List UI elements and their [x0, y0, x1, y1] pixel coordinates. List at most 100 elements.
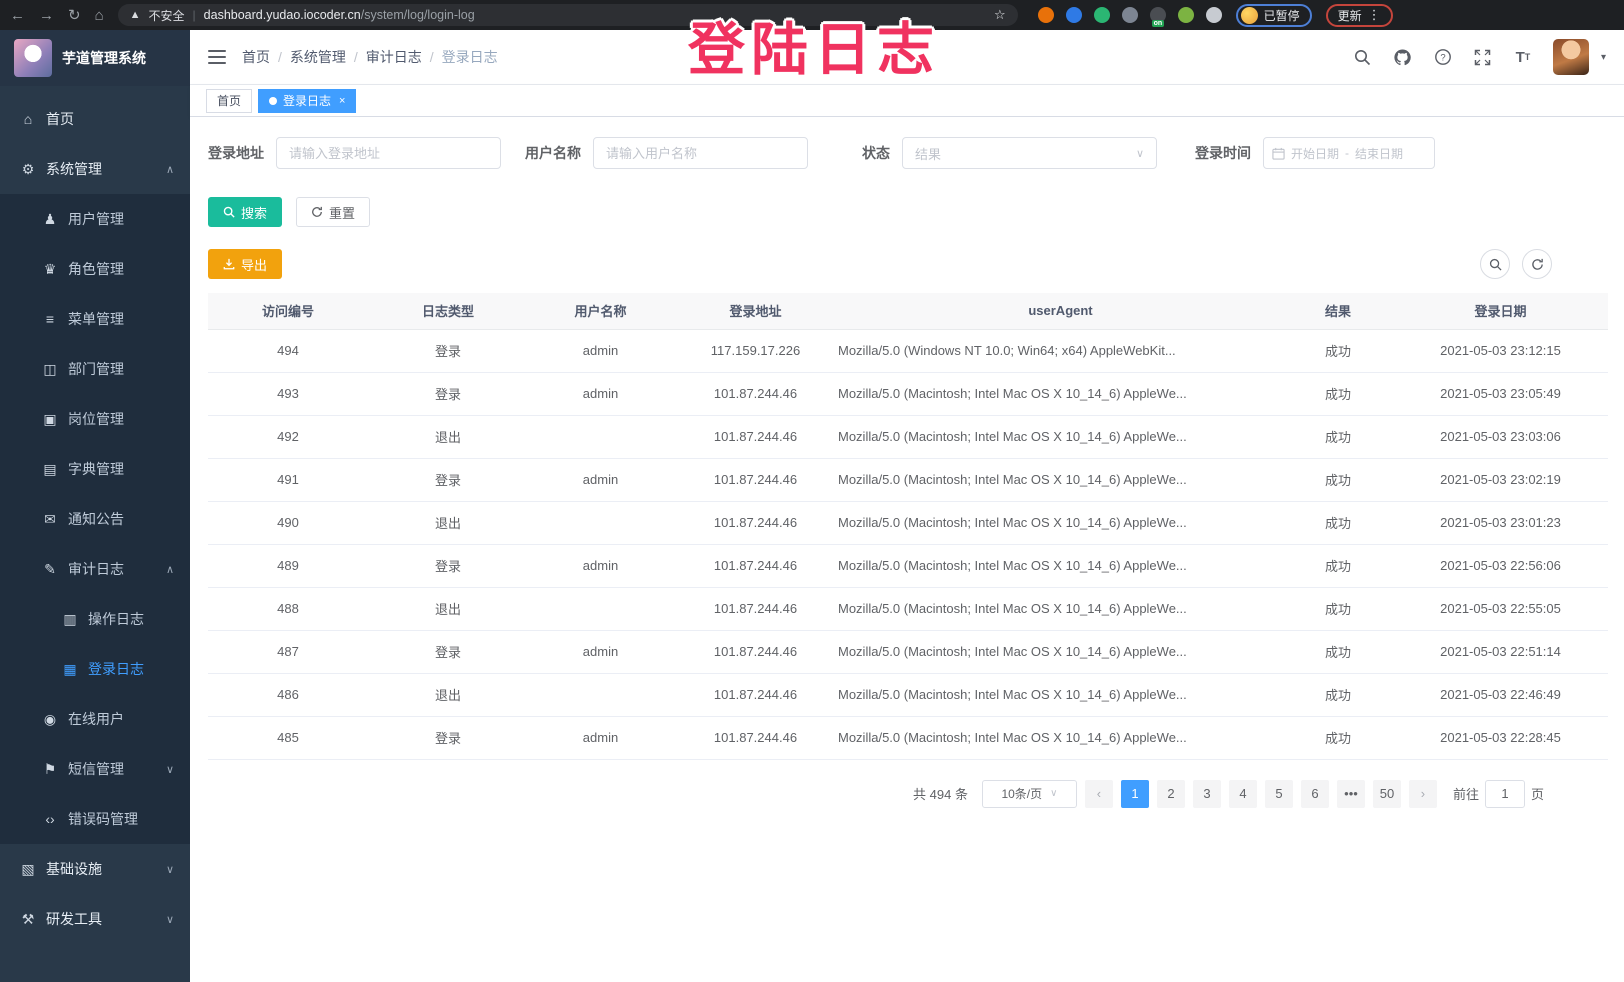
- sidebar-item-11[interactable]: ▦登录日志: [0, 644, 190, 694]
- table-row[interactable]: 488退出101.87.244.46Mozilla/5.0 (Macintosh…: [208, 587, 1608, 630]
- sidebar-item-3[interactable]: ♛角色管理: [0, 244, 190, 294]
- page-button-•••[interactable]: •••: [1337, 780, 1365, 808]
- gear-icon: ⚙: [20, 161, 36, 178]
- sidebar-item-2[interactable]: ♟用户管理: [0, 194, 190, 244]
- chevron-up-icon: ∧: [166, 563, 174, 576]
- list-on-extension-icon[interactable]: on: [1150, 7, 1166, 23]
- sidebar-item-6[interactable]: ▣岗位管理: [0, 394, 190, 444]
- page-button-4[interactable]: 4: [1229, 780, 1257, 808]
- sidebar-item-14[interactable]: ‹›错误码管理: [0, 794, 190, 844]
- sidebar-item-label: 角色管理: [68, 259, 124, 279]
- page-url[interactable]: dashboard.yudao.iocoder.cn/system/log/lo…: [204, 8, 475, 22]
- breadcrumb-item[interactable]: 首页: [242, 47, 270, 67]
- browser-reload-icon[interactable]: ↻: [68, 8, 81, 23]
- table-header-row: 访问编号日志类型用户名称登录地址userAgent结果登录日期: [208, 293, 1608, 329]
- browser-menu-icon[interactable]: ⋮: [1368, 7, 1381, 23]
- sidebar-item-1[interactable]: ⚙系统管理∧: [0, 144, 190, 194]
- security-label[interactable]: 不安全: [149, 7, 185, 24]
- profile-paused-badge[interactable]: 已暂停: [1236, 4, 1312, 27]
- column-header[interactable]: 日志类型: [368, 293, 528, 329]
- table-cell: admin: [528, 716, 673, 759]
- tag-1[interactable]: 登录日志×: [258, 89, 356, 113]
- page-button-2[interactable]: 2: [1157, 780, 1185, 808]
- table-cell: 101.87.244.46: [673, 544, 838, 587]
- browser-forward-icon[interactable]: →: [39, 8, 54, 23]
- column-header[interactable]: userAgent: [838, 293, 1283, 329]
- table-row[interactable]: 494登录admin117.159.17.226Mozilla/5.0 (Win…: [208, 329, 1608, 372]
- table-row[interactable]: 492退出101.87.244.46Mozilla/5.0 (Macintosh…: [208, 415, 1608, 458]
- sidebar-item-12[interactable]: ◉在线用户: [0, 694, 190, 744]
- green-check-extension-icon[interactable]: [1094, 7, 1110, 23]
- table-cell: 492: [208, 415, 368, 458]
- page-button-50[interactable]: 50: [1373, 780, 1401, 808]
- column-header[interactable]: 用户名称: [528, 293, 673, 329]
- browser-back-icon[interactable]: ←: [10, 8, 25, 23]
- column-header[interactable]: 登录日期: [1393, 293, 1608, 329]
- leaf-extension-icon[interactable]: [1178, 7, 1194, 23]
- table-row[interactable]: 491登录admin101.87.244.46Mozilla/5.0 (Maci…: [208, 458, 1608, 501]
- sidebar-item-15[interactable]: ▧基础设施∨: [0, 844, 190, 894]
- column-header[interactable]: 结果: [1283, 293, 1393, 329]
- table-row[interactable]: 487登录admin101.87.244.46Mozilla/5.0 (Maci…: [208, 630, 1608, 673]
- sidebar-item-8[interactable]: ✉通知公告: [0, 494, 190, 544]
- sidebar-item-9[interactable]: ✎审计日志∧: [0, 544, 190, 594]
- table-row[interactable]: 493登录admin101.87.244.46Mozilla/5.0 (Maci…: [208, 372, 1608, 415]
- font-size-icon[interactable]: TT: [1513, 47, 1533, 67]
- breadcrumb-item[interactable]: 系统管理: [290, 47, 346, 67]
- app-header: 首页/系统管理/审计日志/登录日志 ? TT ▾: [190, 30, 1624, 85]
- table-row[interactable]: 486退出101.87.244.46Mozilla/5.0 (Macintosh…: [208, 673, 1608, 716]
- github-icon[interactable]: [1393, 47, 1413, 67]
- status-select[interactable]: 结果 ∨: [902, 137, 1157, 169]
- tag-0[interactable]: 首页: [206, 89, 252, 113]
- table-row[interactable]: 489登录admin101.87.244.46Mozilla/5.0 (Maci…: [208, 544, 1608, 587]
- close-icon[interactable]: ×: [339, 95, 345, 107]
- browser-update-button[interactable]: 更新 ⋮: [1326, 4, 1393, 27]
- prev-page-button[interactable]: ‹: [1085, 780, 1113, 808]
- export-button[interactable]: 导出: [208, 249, 282, 279]
- browser-home-icon[interactable]: ⌂: [95, 8, 104, 23]
- table-row[interactable]: 490退出101.87.244.46Mozilla/5.0 (Macintosh…: [208, 501, 1608, 544]
- breadcrumb-item[interactable]: 审计日志: [366, 47, 422, 67]
- sidebar-item-0[interactable]: ⌂首页: [0, 94, 190, 144]
- date-range-picker[interactable]: 开始日期 - 结束日期: [1263, 137, 1435, 169]
- toggle-search-button[interactable]: [1480, 249, 1510, 279]
- avatar-caret-icon[interactable]: ▾: [1601, 52, 1606, 63]
- reset-button[interactable]: 重置: [296, 197, 370, 227]
- grid-extension-icon[interactable]: [1122, 7, 1138, 23]
- search-icon[interactable]: [1353, 47, 1373, 67]
- page-button-5[interactable]: 5: [1265, 780, 1293, 808]
- refresh-button[interactable]: [1522, 249, 1552, 279]
- bookmark-star-icon[interactable]: ☆: [994, 7, 1006, 23]
- fullscreen-icon[interactable]: [1473, 47, 1493, 67]
- username-input[interactable]: [593, 137, 808, 169]
- sidebar-item-13[interactable]: ⚑短信管理∨: [0, 744, 190, 794]
- table-cell: 登录: [368, 630, 528, 673]
- puzzle-extension-icon[interactable]: [1206, 7, 1222, 23]
- page-button-6[interactable]: 6: [1301, 780, 1329, 808]
- next-page-button[interactable]: ›: [1409, 780, 1437, 808]
- column-header[interactable]: 访问编号: [208, 293, 368, 329]
- blue-gem-extension-icon[interactable]: [1066, 7, 1082, 23]
- search-button[interactable]: 搜索: [208, 197, 282, 227]
- security-warning-icon[interactable]: ▲: [130, 9, 141, 21]
- column-header[interactable]: 登录地址: [673, 293, 838, 329]
- page-button-1[interactable]: 1: [1121, 780, 1149, 808]
- hamburger-icon[interactable]: [208, 50, 226, 64]
- sidebar-item-10[interactable]: ▥操作日志: [0, 594, 190, 644]
- sidebar-item-5[interactable]: ◫部门管理: [0, 344, 190, 394]
- goto-page-input[interactable]: [1485, 780, 1525, 808]
- table-row[interactable]: 485登录admin101.87.244.46Mozilla/5.0 (Maci…: [208, 716, 1608, 759]
- user-avatar[interactable]: [1553, 39, 1589, 75]
- sidebar-item-16[interactable]: ⚒研发工具∨: [0, 894, 190, 944]
- address-bar[interactable]: ▲ 不安全 | dashboard.yudao.iocoder.cn/syste…: [118, 4, 1018, 26]
- page-button-3[interactable]: 3: [1193, 780, 1221, 808]
- page-size-select[interactable]: 10条/页 ∨: [982, 780, 1077, 808]
- sidebar-item-4[interactable]: ≡菜单管理: [0, 294, 190, 344]
- end-date-placeholder[interactable]: 结束日期: [1355, 145, 1403, 162]
- app-logo[interactable]: 芋道管理系统: [0, 30, 190, 86]
- start-date-placeholder[interactable]: 开始日期: [1291, 145, 1339, 162]
- sidebar-item-7[interactable]: ▤字典管理: [0, 444, 190, 494]
- address-input[interactable]: [276, 137, 501, 169]
- help-icon[interactable]: ?: [1433, 47, 1453, 67]
- orange-extension-icon[interactable]: [1038, 7, 1054, 23]
